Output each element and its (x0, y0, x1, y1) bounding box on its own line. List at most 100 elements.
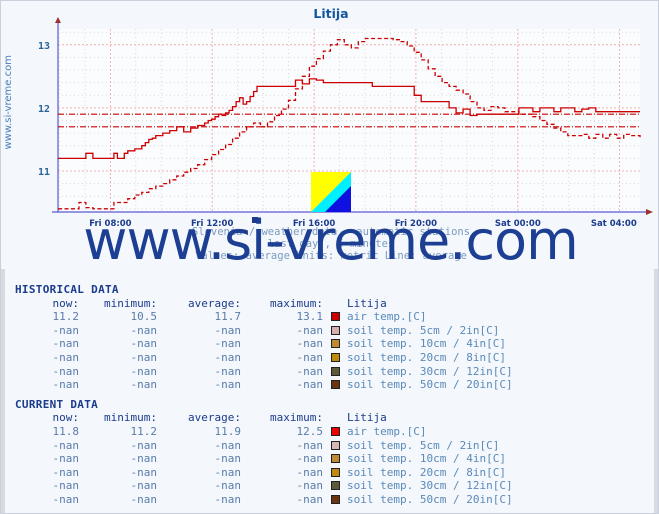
cell-series-label: soil temp. 5cm / 2in[C] (347, 323, 500, 337)
table-row: -nan -nan -nan -nan soil temp. 10cm / 4in[C] (1, 452, 513, 466)
legend-color-swatch (323, 310, 347, 324)
cell-maximum: -nan (296, 479, 324, 493)
axis-marker-square (252, 217, 258, 223)
legend-color-swatch (323, 439, 347, 453)
header-average: average: (188, 411, 241, 425)
cell-average: -nan (214, 465, 242, 479)
cell-average: 11.9 (214, 424, 242, 438)
cell-maximum: -nan (296, 337, 324, 351)
table-row: -nan -nan -nan -nan soil temp. 50cm / 20in[C… (1, 378, 513, 392)
y-tick-label: 12 (38, 104, 50, 115)
cell-average: 11.7 (214, 310, 242, 324)
cell-minimum: 10.5 (130, 310, 158, 324)
cell-series-label: soil temp. 10cm / 4in[C] (347, 452, 506, 466)
color-swatch-icon (330, 467, 340, 477)
legend-color-swatch (323, 337, 347, 351)
color-swatch-icon (330, 426, 340, 436)
cell-series-label: soil temp. 5cm / 2in[C] (347, 438, 500, 452)
chart-subtitle-source: Slovenia / weather data - automatic stat… (192, 226, 470, 238)
color-swatch-icon (330, 325, 340, 335)
header-maximum: maximum: (270, 296, 323, 310)
si-vreme-logo-icon (311, 172, 351, 212)
cell-maximum: -nan (296, 350, 324, 364)
cell-minimum: -nan (130, 337, 158, 351)
legend-color-swatch (323, 324, 347, 338)
cell-minimum: -nan (130, 323, 158, 337)
cell-now: -nan (52, 492, 80, 506)
header-minimum: minimum: (104, 296, 157, 310)
cell-minimum: 11.2 (130, 424, 158, 438)
x-tick-label: Sat 04:00 (591, 219, 637, 229)
color-swatch-icon (330, 440, 340, 450)
cell-series-label: soil temp. 10cm / 4in[C] (347, 337, 506, 351)
legend-color-swatch (323, 425, 347, 439)
page-root: 11 12 13 Fri 08:00 Fri 12:00 Fri 16:00 Fri 20:… (0, 0, 659, 514)
table-row: 11.8 11.2 11.9 12.5 air temp.[C] (1, 425, 513, 439)
legend-color-swatch (323, 351, 347, 365)
table-row: -nan -nan -nan -nan soil temp. 5cm / 2in[C] (1, 324, 513, 338)
table-row: -nan -nan -nan -nan soil temp. 10cm / 4in[C] (1, 337, 513, 351)
cell-series-label: soil temp. 20cm / 8in[C] (347, 350, 506, 364)
cell-now: -nan (52, 337, 80, 351)
legend-color-swatch (323, 466, 347, 480)
cell-average: -nan (214, 337, 242, 351)
cell-average: -nan (214, 452, 242, 466)
color-swatch-icon (330, 339, 340, 349)
y-tick-label: 11 (38, 167, 50, 178)
cell-minimum: -nan (130, 350, 158, 364)
cell-average: -nan (214, 378, 242, 392)
cell-average: -nan (214, 350, 242, 364)
color-swatch-icon (330, 494, 340, 504)
chart-subtitle-units: Values: average Units: metric Line: aver… (195, 250, 467, 262)
header-now: now: (52, 296, 80, 310)
cell-minimum: -nan (130, 465, 158, 479)
cell-series-label: soil temp. 20cm / 8in[C] (347, 465, 506, 479)
x-tick-label: Sat 00:00 (495, 219, 541, 229)
historical-data-table: now: minimum: average: maximum: Litija 1… (1, 297, 513, 392)
cell-now: -nan (52, 378, 80, 392)
cell-series-label: soil temp. 30cm / 12in[C] (347, 479, 513, 493)
legend-color-swatch (323, 493, 347, 507)
cell-now: -nan (52, 350, 80, 364)
cell-series-label: soil temp. 50cm / 20in[C] (347, 492, 513, 506)
color-swatch-icon (330, 366, 340, 376)
cell-minimum: -nan (130, 479, 158, 493)
header-station: Litija (347, 411, 387, 425)
table-row: -nan -nan -nan -nan soil temp. 20cm / 8in[C] (1, 351, 513, 365)
current-data-table: now: minimum: average: maximum: Litija 1… (1, 411, 513, 506)
table-row: -nan -nan -nan -nan soil temp. 50cm / 20in[C… (1, 493, 513, 507)
y-tick-label: 13 (38, 41, 50, 52)
cell-average: -nan (214, 479, 242, 493)
x-tick-label: Fri 08:00 (89, 219, 131, 229)
table-header-row: now: minimum: average: maximum: Litija (1, 411, 513, 425)
header-station: Litija (347, 296, 387, 310)
chart-container: 11 12 13 Fri 08:00 Fri 12:00 Fri 16:00 Fri 20:… (1, 1, 658, 269)
color-swatch-icon (330, 352, 340, 362)
cell-series-label: soil temp. 50cm / 20in[C] (347, 378, 513, 392)
cell-average: -nan (214, 438, 242, 452)
table-row: -nan -nan -nan -nan soil temp. 30cm / 12in[C… (1, 365, 513, 379)
historical-table-body: 11.2 10.5 11.7 13.1 air temp.[C] -nan -nan -nan… (1, 310, 513, 392)
table-row: -nan -nan -nan -nan soil temp. 30cm / 12in[C… (1, 479, 513, 493)
legend-color-swatch (323, 365, 347, 379)
cell-minimum: -nan (130, 378, 158, 392)
header-now: now: (52, 411, 80, 425)
header-average: average: (188, 296, 241, 310)
data-tables: HISTORICAL DATA now: minimum: average: m… (1, 283, 658, 507)
site-url-vertical: www.si-vreme.com (3, 55, 14, 150)
table-row: 11.2 10.5 11.7 13.1 air temp.[C] (1, 310, 513, 324)
table-header-row: now: minimum: average: maximum: Litija (1, 297, 513, 311)
cell-maximum: 12.5 (296, 424, 324, 438)
cell-now: 11.8 (52, 424, 80, 438)
cell-now: -nan (52, 465, 80, 479)
cell-series-label: air temp.[C] (347, 310, 427, 324)
cell-maximum: -nan (296, 378, 324, 392)
cell-now: -nan (52, 452, 80, 466)
cell-now: 11.2 (52, 310, 80, 324)
cell-minimum: -nan (130, 364, 158, 378)
legend-color-swatch (323, 378, 347, 392)
cell-maximum: 13.1 (296, 310, 324, 324)
color-swatch-icon (330, 481, 340, 491)
cell-now: -nan (52, 364, 80, 378)
cell-average: -nan (214, 364, 242, 378)
